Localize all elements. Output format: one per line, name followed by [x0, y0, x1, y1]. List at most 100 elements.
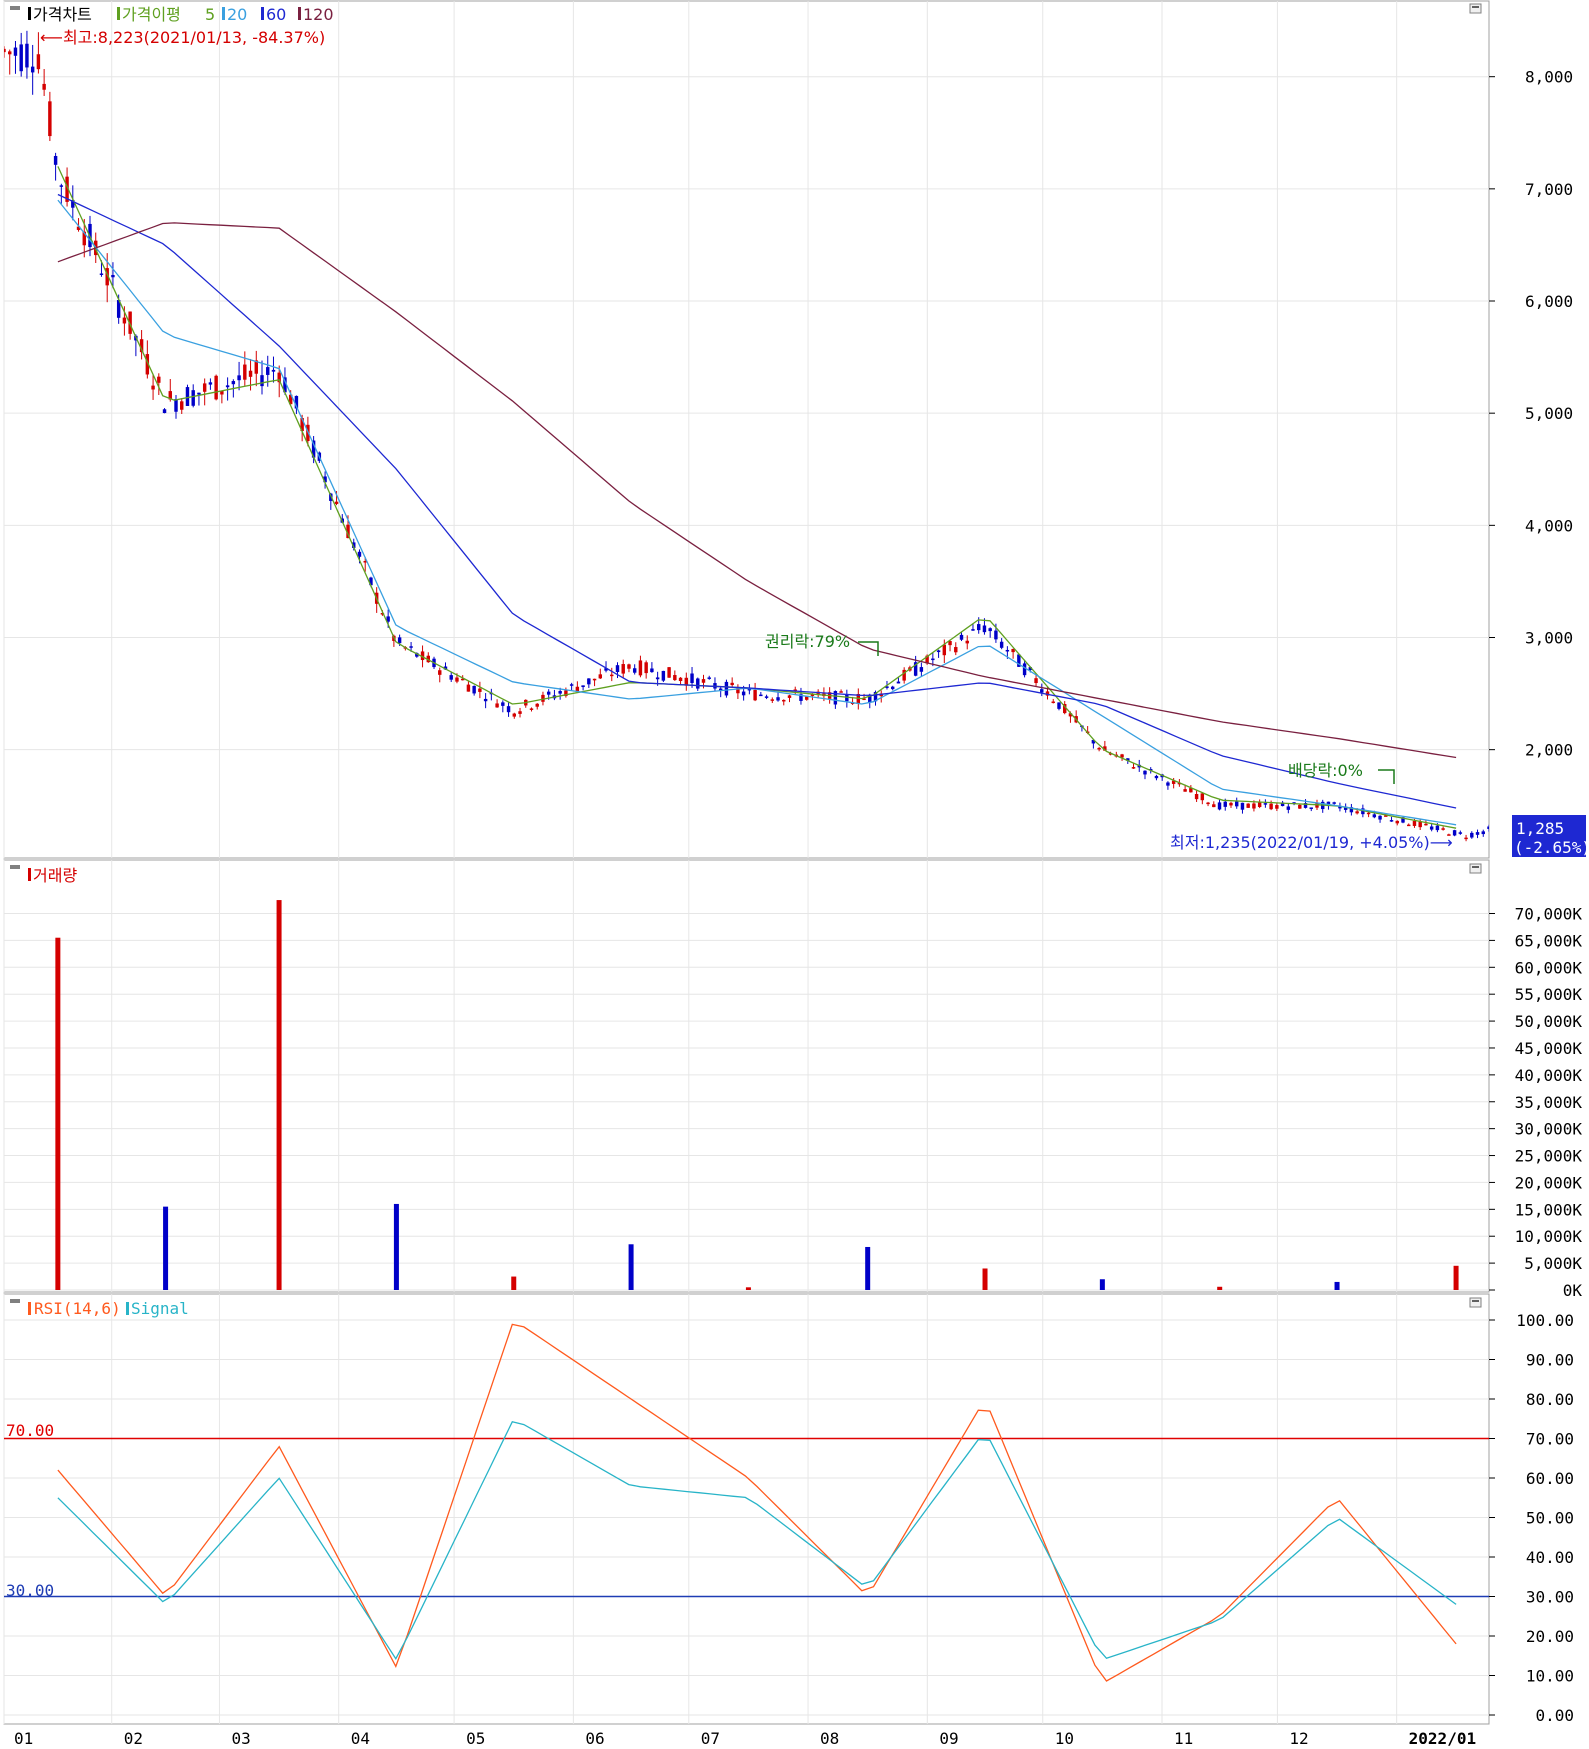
price-candle	[1487, 826, 1489, 830]
price-candle	[248, 370, 253, 377]
x-tick-label: 08	[820, 1729, 839, 1748]
price-candle	[1298, 804, 1302, 809]
price-candle	[1166, 782, 1170, 786]
price-candle	[455, 677, 459, 682]
price-candle	[466, 684, 471, 692]
price-panel-maximize-button[interactable]	[1469, 3, 1482, 14]
high-annotation: ⟵최고:8,223(2021/01/13, -84.37%)	[40, 28, 325, 47]
rsi-tick-label: 20.00	[1526, 1627, 1574, 1646]
price-candle	[782, 699, 786, 702]
price-tick-label: 5,000	[1525, 404, 1573, 423]
price-candle	[42, 83, 46, 90]
price-candle	[180, 401, 184, 410]
rsi-tick-label: 50.00	[1526, 1509, 1574, 1528]
price-candle	[999, 641, 1004, 648]
current-price: 1,285	[1516, 819, 1564, 838]
price-candle	[759, 694, 763, 697]
price-candle	[157, 376, 161, 383]
volume-bar	[1099, 1279, 1105, 1290]
price-tick-label: 2,000	[1525, 741, 1573, 760]
price-candle	[483, 698, 488, 702]
volume-title: 거래량	[33, 866, 77, 885]
x-tick-label: 04	[351, 1729, 370, 1748]
price-candle	[1212, 804, 1216, 808]
price-candle	[581, 685, 585, 688]
price-candle	[890, 686, 895, 690]
price-candle	[1481, 831, 1485, 835]
rsi-tick-label: 30.00	[1526, 1588, 1574, 1607]
price-candle	[1263, 803, 1268, 805]
x-tick-label: 10	[1055, 1729, 1074, 1748]
price-title: 가격차트	[33, 5, 92, 24]
rsi-tick-label: 10.00	[1526, 1667, 1574, 1686]
x-tick-label: 06	[585, 1729, 604, 1748]
price-candle	[122, 317, 127, 324]
price-candle	[1412, 820, 1417, 826]
price-candle	[954, 647, 958, 653]
volume-bar	[276, 900, 282, 1290]
rsi-tick-label: 40.00	[1526, 1548, 1574, 1567]
price-candle	[1240, 802, 1245, 810]
price-candle	[673, 675, 677, 681]
rsi-panel	[3, 1293, 1490, 1725]
price-candle	[237, 375, 241, 381]
price-legend: 가격차트 가격이평 5 20 60 120	[10, 5, 334, 24]
x-tick-label: 09	[939, 1729, 958, 1748]
price-candle	[655, 677, 660, 680]
volume-panel	[3, 859, 1490, 1293]
price-candle	[151, 385, 155, 390]
price-candle	[36, 54, 41, 70]
price-candle	[1200, 793, 1205, 801]
price-candle	[787, 695, 792, 698]
volume-bar	[55, 937, 61, 1290]
price-candle	[1464, 837, 1468, 840]
price-candle	[994, 630, 998, 640]
price-candle	[1275, 805, 1279, 809]
price-candle	[1246, 803, 1250, 808]
rsi-tick-label: 90.00	[1526, 1351, 1574, 1370]
volume-tick-label: 50,000K	[1515, 1012, 1583, 1031]
price-candle	[1040, 689, 1044, 693]
price-candle	[546, 691, 551, 695]
price-candle	[896, 681, 901, 684]
volume-tick-label: 45,000K	[1515, 1039, 1583, 1058]
volume-tick-label: 60,000K	[1515, 958, 1583, 977]
price-candle	[4, 48, 6, 53]
price-candle	[185, 387, 190, 406]
volume-tick-label: 20,000K	[1515, 1173, 1583, 1192]
signal-title: Signal	[131, 1299, 189, 1318]
price-candle	[449, 675, 453, 680]
price-candle	[610, 674, 614, 677]
current-change: (-2.65%)	[1514, 838, 1589, 857]
price-candle	[1131, 767, 1136, 769]
price-candle	[1372, 814, 1377, 818]
rsi-panel-maximize-button[interactable]	[1469, 1297, 1482, 1308]
volume-bar	[1453, 1265, 1459, 1290]
price-tick-label: 8,000	[1525, 68, 1573, 87]
x-tick-label: 03	[231, 1729, 250, 1748]
price-candle	[776, 697, 780, 701]
x-tick-label: 2022/01	[1409, 1729, 1476, 1748]
price-candle	[1378, 815, 1382, 820]
price-candle	[1005, 649, 1010, 652]
price-candle	[30, 66, 35, 73]
price-candle	[587, 678, 591, 685]
price-candle	[638, 660, 643, 676]
price-candle	[1395, 820, 1399, 824]
price-candle	[334, 501, 339, 504]
volume-panel-maximize-button[interactable]	[1469, 863, 1482, 874]
volume-bar	[865, 1246, 871, 1290]
price-candle	[529, 708, 534, 710]
price-candle	[197, 392, 201, 395]
price-candle	[512, 713, 517, 717]
ma120-label: 120	[303, 5, 334, 24]
price-tick-label: 6,000	[1525, 292, 1573, 311]
price-candle	[621, 664, 625, 674]
rsi-tick-label: 0.00	[1535, 1706, 1574, 1725]
x-tick-label: 05	[466, 1729, 485, 1748]
price-candle	[1441, 828, 1445, 830]
volume-bar	[1217, 1286, 1223, 1290]
price-candle	[1154, 775, 1159, 779]
price-candle	[569, 684, 574, 686]
x-tick-label: 11	[1174, 1729, 1193, 1748]
